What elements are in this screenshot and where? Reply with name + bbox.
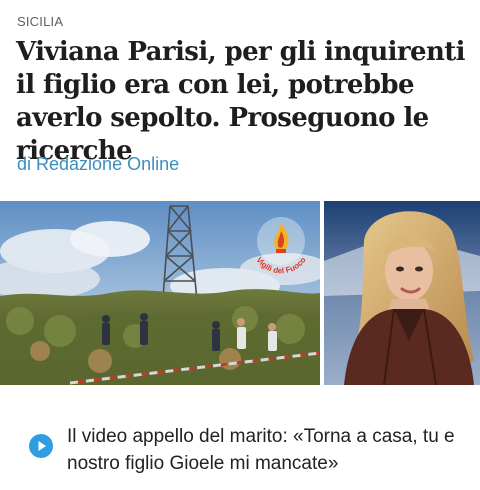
play-icon[interactable] (29, 434, 53, 458)
article-headline: Viviana Parisi, per gli inquirenti il fi… (16, 37, 466, 166)
portrait-image (324, 201, 480, 385)
related-video-link[interactable]: Il video appello del marito: «Torna a ca… (0, 423, 480, 483)
section-label[interactable]: SICILIA (17, 14, 63, 29)
author-byline[interactable]: di Redazione Online (17, 154, 179, 175)
article-photo[interactable]: Vigili del Fuoco (0, 201, 480, 385)
fire-brigade-emblem (257, 217, 305, 265)
play-triangle (38, 441, 46, 451)
search-scene-image: Vigili del Fuoco (0, 201, 320, 385)
portrait-photo (324, 201, 480, 385)
related-video-title[interactable]: Il video appello del marito: «Torna a ca… (67, 423, 472, 477)
search-area-photo: Vigili del Fuoco (0, 201, 320, 385)
